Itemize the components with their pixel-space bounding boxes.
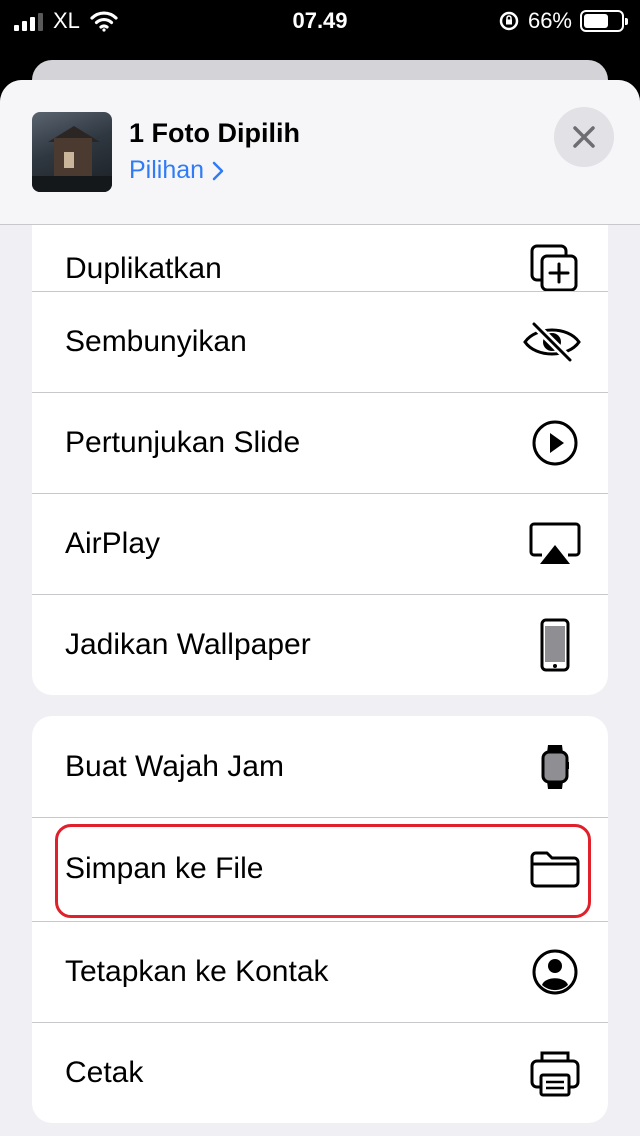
options-label: Pilihan bbox=[129, 156, 205, 184]
duplicate-icon bbox=[528, 242, 582, 296]
options-link[interactable]: Pilihan bbox=[129, 156, 224, 185]
share-sheet: 1 Foto Dipilih Pilihan Duplikatkan Sembu… bbox=[0, 80, 640, 1136]
battery-icon bbox=[580, 10, 628, 32]
orientation-lock-icon bbox=[499, 11, 519, 31]
actions-group-1: Duplikatkan Sembunyikan Pertunjukan Slid… bbox=[32, 190, 608, 695]
printer-icon bbox=[528, 1046, 582, 1100]
chevron-right-icon bbox=[212, 161, 224, 180]
action-label: Jadikan Wallpaper bbox=[65, 627, 311, 661]
close-icon bbox=[573, 126, 595, 148]
action-create-watch-face[interactable]: Buat Wajah Jam bbox=[32, 716, 608, 817]
action-hide[interactable]: Sembunyikan bbox=[32, 291, 608, 392]
action-label: Tetapkan ke Kontak bbox=[65, 954, 329, 988]
action-label: Buat Wajah Jam bbox=[65, 749, 284, 783]
hide-eye-icon bbox=[522, 315, 582, 369]
share-sheet-header: 1 Foto Dipilih Pilihan bbox=[0, 80, 640, 225]
close-button[interactable] bbox=[554, 107, 614, 167]
contact-icon bbox=[528, 945, 582, 999]
battery-percentage: 66% bbox=[527, 8, 572, 33]
action-label: Pertunjukan Slide bbox=[65, 425, 301, 459]
selection-title: 1 Foto Dipilih bbox=[129, 118, 300, 148]
watch-icon bbox=[528, 740, 582, 794]
action-label: Duplikatkan bbox=[65, 252, 222, 285]
photo-thumbnail bbox=[32, 112, 112, 192]
action-slideshow[interactable]: Pertunjukan Slide bbox=[32, 392, 608, 493]
actions-group-2: Buat Wajah Jam Simpan ke File Tetapkan k… bbox=[32, 716, 608, 1123]
action-print[interactable]: Cetak bbox=[32, 1022, 608, 1123]
action-assign-to-contact[interactable]: Tetapkan ke Kontak bbox=[32, 921, 608, 1022]
annotation-highlight-box bbox=[55, 824, 591, 918]
action-set-wallpaper[interactable]: Jadikan Wallpaper bbox=[32, 594, 608, 695]
status-bar: XL 07.49 66% bbox=[0, 0, 640, 44]
action-label: Sembunyikan bbox=[65, 324, 247, 358]
action-airplay[interactable]: AirPlay bbox=[32, 493, 608, 594]
airplay-icon bbox=[528, 517, 582, 571]
play-circle-icon bbox=[528, 416, 582, 470]
action-label: Cetak bbox=[65, 1055, 144, 1089]
action-label: AirPlay bbox=[65, 526, 161, 560]
phone-icon bbox=[528, 618, 582, 672]
